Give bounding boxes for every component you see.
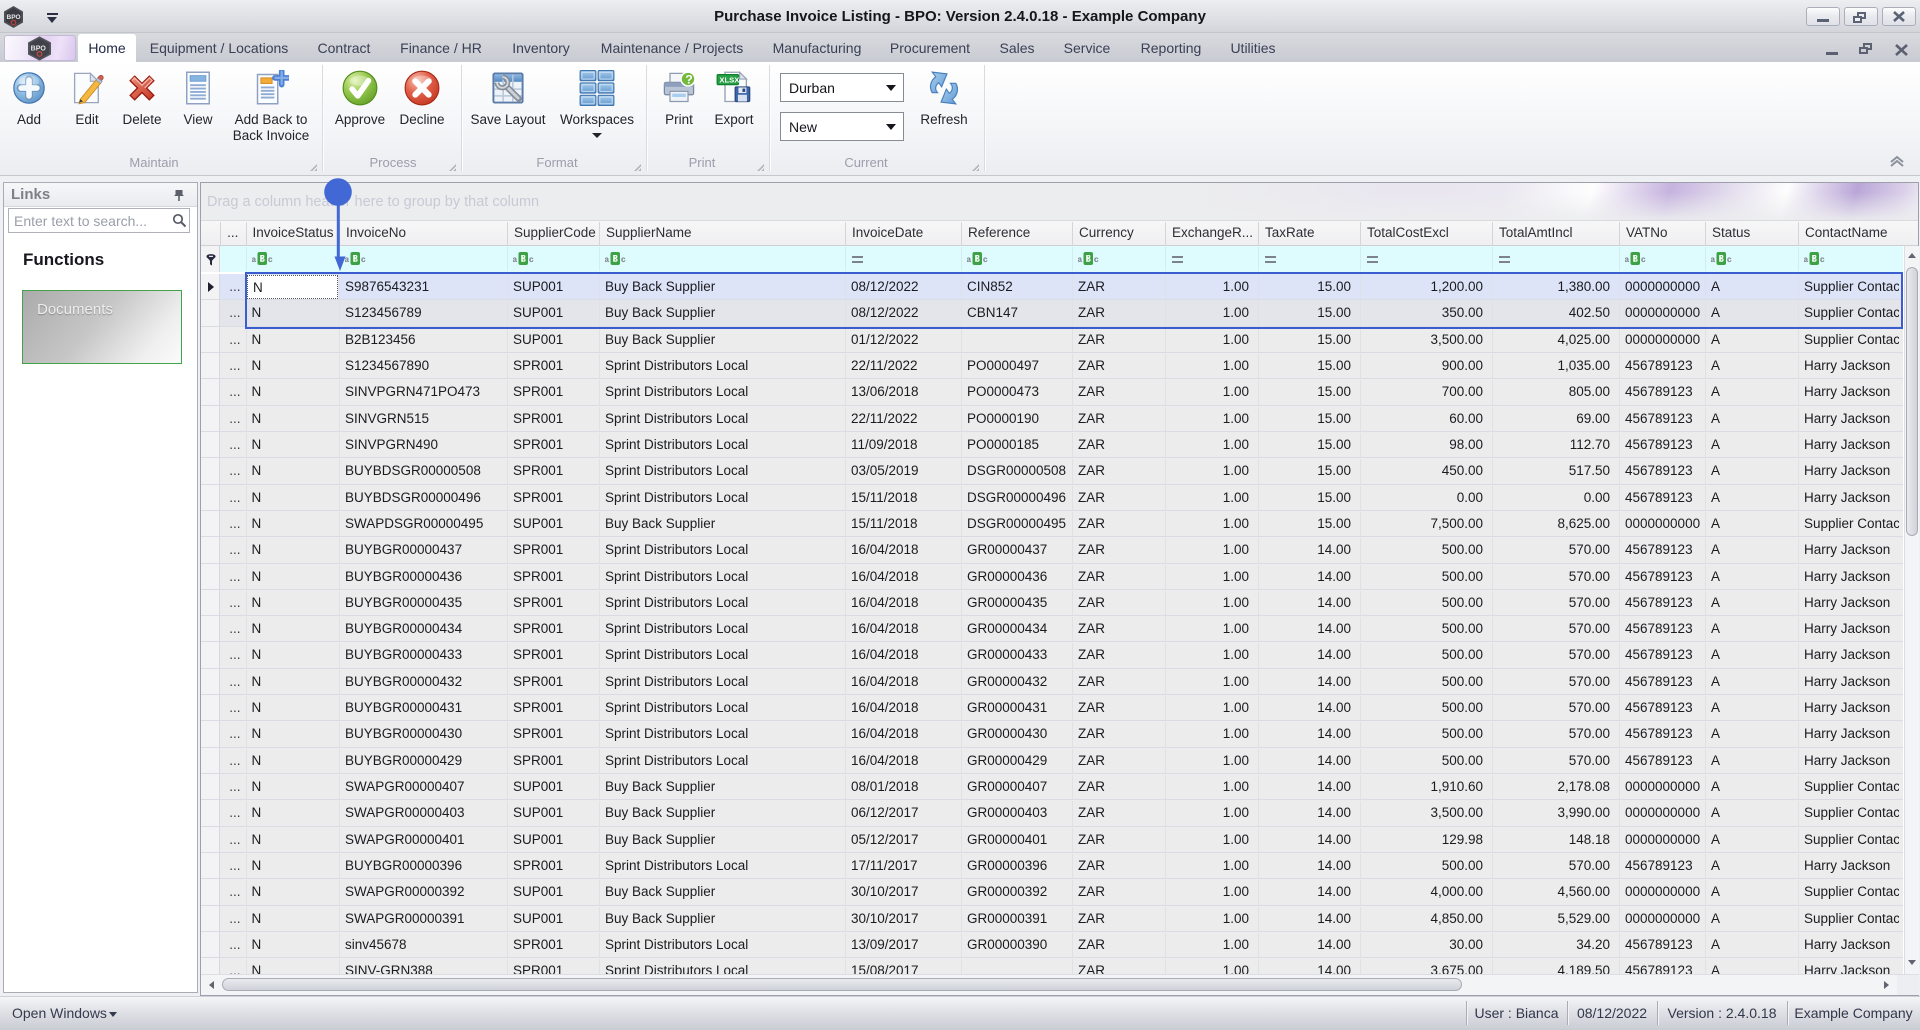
svg-text:c: c: [361, 255, 366, 264]
svg-text:a: a: [1625, 255, 1630, 264]
svg-text:c: c: [1641, 255, 1646, 264]
svg-text:c: c: [529, 255, 534, 264]
svg-text:c: c: [983, 255, 988, 264]
svg-text:a: a: [967, 255, 972, 264]
svg-text:a: a: [513, 255, 518, 264]
svg-text:a: a: [1078, 255, 1083, 264]
svg-text:a: a: [252, 255, 257, 264]
svg-text:c: c: [621, 255, 626, 264]
svg-text:c: c: [1094, 255, 1099, 264]
svg-text:?: ?: [685, 73, 693, 87]
svg-text:XLSX: XLSX: [719, 75, 740, 84]
svg-text:a: a: [605, 255, 610, 264]
svg-text:c: c: [268, 255, 273, 264]
svg-text:c: c: [1727, 255, 1732, 264]
svg-text:a: a: [1804, 255, 1809, 264]
svg-text:c: c: [1820, 255, 1825, 264]
svg-text:a: a: [1711, 255, 1716, 264]
